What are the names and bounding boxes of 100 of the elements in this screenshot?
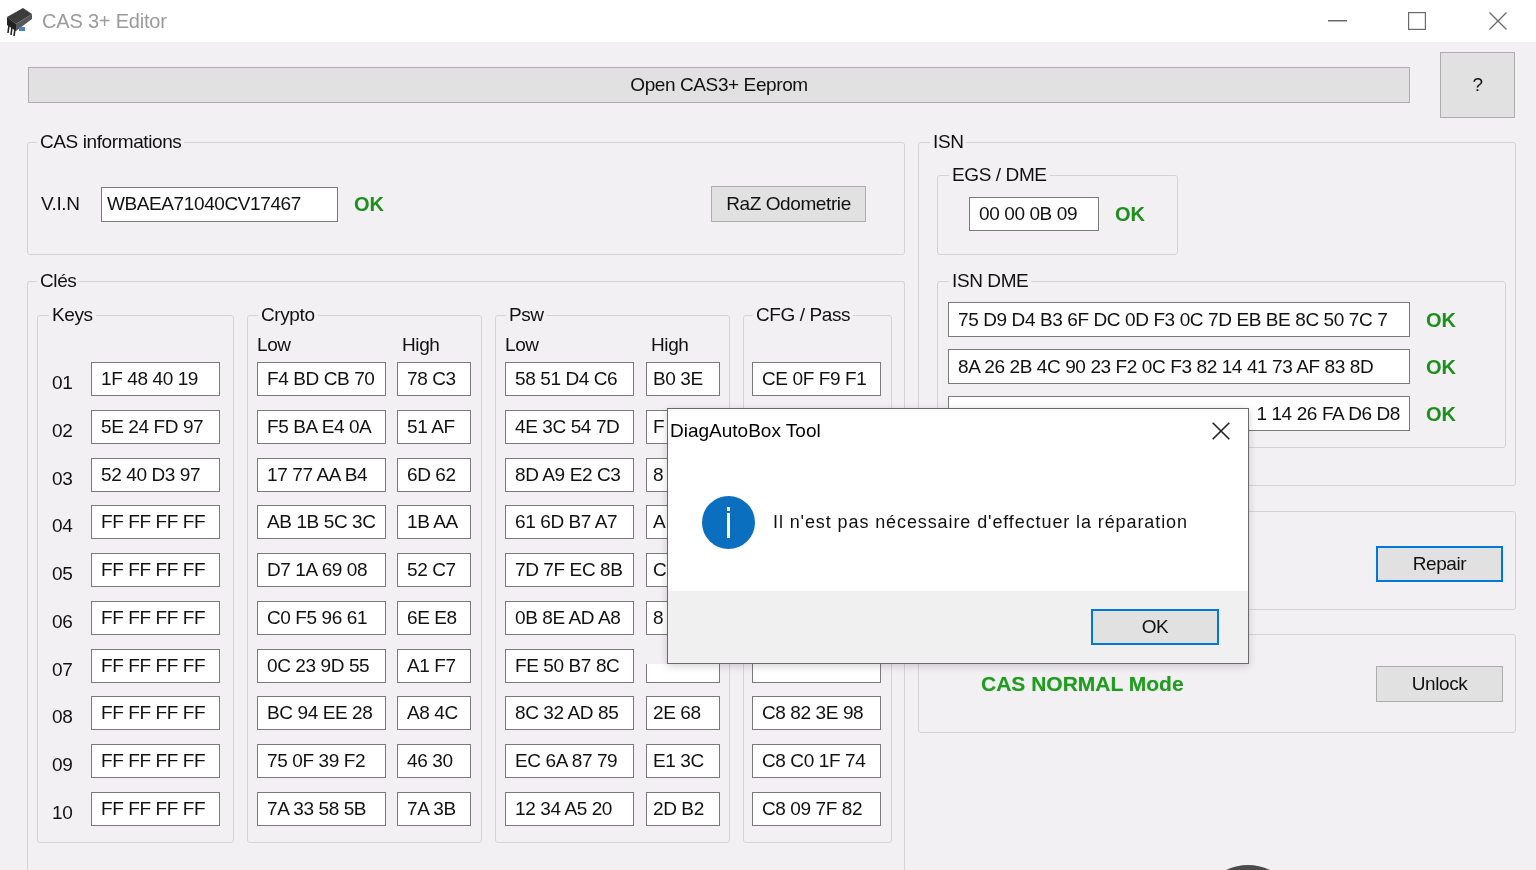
status-text: OK [354, 192, 384, 216]
key-field[interactable]: FF FF FF FF [91, 744, 220, 778]
chip-icon [4, 6, 34, 36]
column-label: Low [257, 334, 291, 356]
row-number: 02 [52, 419, 74, 442]
group-title: EGS / DME [951, 164, 1048, 186]
status-text: OK [1426, 354, 1456, 379]
row-number: 04 [52, 515, 74, 538]
crypto-low-field[interactable]: 7A 33 58 5B [257, 791, 386, 826]
group-title: Clés [39, 270, 78, 292]
group-title: Psw [508, 304, 545, 326]
key-field[interactable]: FF FF FF FF [91, 648, 220, 683]
key-field[interactable]: FF FF FF FF [91, 791, 220, 826]
dialog-message: Il n'est pas nécessaire d'effectuer la réparation [773, 511, 1188, 534]
egs-dme-field[interactable]: 00 00 0B 09 [969, 197, 1099, 231]
maximize-icon[interactable] [1408, 12, 1426, 30]
crypto-low-field[interactable]: 0C 23 9D 55 [257, 648, 386, 683]
psw-high-field[interactable]: C [646, 553, 667, 587]
window-title: CAS 3+ Editor [42, 9, 167, 33]
key-field[interactable]: FF FF FF FF [91, 553, 220, 587]
group-title: CFG / Pass [755, 304, 852, 326]
cfg-pass-field[interactable]: C8 C0 1F 74 [752, 744, 881, 778]
psw-high-field[interactable]: B0 3E [646, 362, 720, 396]
row-number: 07 [52, 658, 74, 681]
crypto-low-field[interactable]: F4 BD CB 70 [257, 362, 386, 396]
psw-high-field[interactable]: A [646, 505, 667, 540]
crypto-high-field[interactable]: A1 F7 [397, 648, 471, 683]
isn-field[interactable]: 8A 26 2B 4C 90 23 F2 0C F3 82 14 41 73 AF 83 8D [948, 349, 1410, 384]
status-text: OK [1426, 401, 1456, 426]
crypto-low-field[interactable]: D7 1A 69 08 [257, 553, 386, 587]
dialog-title: DiagAutoBox Tool [670, 419, 821, 443]
cfg-pass-field[interactable]: C8 09 7F 82 [752, 791, 881, 826]
isn-field[interactable]: 75 D9 D4 B3 6F DC 0D F3 0C 7D EB BE 8C 50 7C 7 [948, 302, 1410, 337]
psw-low-field[interactable]: 8C 32 AD 85 [505, 696, 634, 731]
key-field[interactable]: FF FF FF FF [91, 696, 220, 731]
psw-high-field[interactable]: 2E 68 [646, 696, 720, 731]
unlock-button[interactable]: Unlock [1376, 665, 1503, 702]
crypto-low-field[interactable]: 75 0F 39 F2 [257, 744, 386, 778]
status-text: OK [1426, 307, 1456, 332]
crypto-low-field[interactable]: AB 1B 5C 3C [257, 505, 386, 540]
help-button[interactable]: ? [1440, 52, 1515, 118]
status-text: OK [1115, 202, 1145, 226]
psw-low-field[interactable]: 61 6D B7 A7 [505, 505, 634, 540]
psw-high-field[interactable]: E1 3C [646, 744, 720, 778]
group-title: CAS informations [39, 131, 183, 153]
isn-value-text: 1 14 26 FA D6 D8 [1256, 402, 1400, 425]
psw-low-field[interactable]: 12 34 A5 20 [505, 791, 634, 826]
row-number: 09 [52, 754, 74, 776]
crypto-low-field[interactable]: F5 BA E4 0A [257, 409, 386, 444]
psw-high-field[interactable]: 8 [646, 600, 667, 635]
crypto-high-field[interactable]: 52 C7 [397, 553, 471, 587]
psw-low-field[interactable]: 4E 3C 54 7D [505, 409, 634, 444]
psw-high-field[interactable]: F [646, 409, 667, 444]
group-title: Keys [51, 304, 94, 326]
repair-button[interactable]: Repair [1376, 546, 1503, 582]
psw-low-field[interactable]: FE 50 B7 8C [505, 648, 634, 683]
key-field[interactable]: 1F 48 40 19 [91, 362, 220, 396]
row-number: 06 [52, 610, 74, 633]
cfg-pass-field[interactable]: C8 82 3E 98 [752, 696, 881, 731]
crypto-high-field[interactable]: 51 AF [397, 409, 471, 444]
group-title: Crypto [260, 304, 316, 326]
crypto-high-field[interactable]: 7A 3B [397, 791, 471, 826]
column-label: Low [505, 334, 539, 356]
crypto-high-field[interactable]: 6D 62 [397, 457, 471, 492]
crypto-low-field[interactable]: C0 F5 96 61 [257, 600, 386, 635]
minimize-icon[interactable] [1328, 20, 1347, 22]
cfg-pass-field[interactable]: CE 0F F9 F1 [752, 362, 881, 396]
key-field[interactable]: 52 40 D3 97 [91, 457, 220, 492]
group-title: ISN [932, 131, 965, 153]
row-number: 10 [52, 801, 74, 824]
psw-high-field[interactable] [646, 664, 720, 683]
row-number: 08 [52, 706, 74, 729]
row-number: 01 [52, 372, 74, 394]
psw-high-field[interactable]: 8 [646, 457, 667, 492]
vin-field[interactable]: WBAEA71040CV17467 [101, 186, 338, 222]
crypto-low-field[interactable]: 17 77 AA B4 [257, 457, 386, 492]
info-icon [702, 495, 755, 549]
close-icon[interactable] [1212, 422, 1230, 440]
crypto-high-field[interactable]: 6E E8 [397, 600, 471, 635]
key-field[interactable]: FF FF FF FF [91, 505, 220, 540]
psw-low-field[interactable]: 58 51 D4 C6 [505, 362, 634, 396]
psw-low-field[interactable]: EC 6A 87 79 [505, 744, 634, 778]
key-field[interactable]: FF FF FF FF [91, 600, 220, 635]
key-field[interactable]: 5E 24 FD 97 [91, 409, 220, 444]
crypto-high-field[interactable]: A8 4C [397, 696, 471, 731]
cfg-pass-field[interactable] [752, 664, 881, 683]
crypto-low-field[interactable]: BC 94 EE 28 [257, 696, 386, 731]
open-eeprom-button[interactable]: Open CAS3+ Eeprom [28, 67, 1410, 103]
column-label: High [402, 334, 440, 356]
row-number: 05 [52, 563, 74, 585]
psw-low-field[interactable]: 7D 7F EC 8B [505, 553, 634, 587]
crypto-high-field[interactable]: 1B AA [397, 505, 471, 540]
reset-odometer-button[interactable]: RaZ Odometrie [711, 186, 866, 222]
psw-low-field[interactable]: 8D A9 E2 C3 [505, 457, 634, 492]
psw-low-field[interactable]: 0B 8E AD A8 [505, 600, 634, 635]
psw-high-field[interactable]: 2D B2 [646, 791, 720, 826]
crypto-high-field[interactable]: 46 30 [397, 744, 471, 778]
ok-button[interactable]: OK [1091, 609, 1219, 645]
crypto-high-field[interactable]: 78 C3 [397, 362, 471, 396]
vin-label: V.I.N [41, 193, 81, 215]
